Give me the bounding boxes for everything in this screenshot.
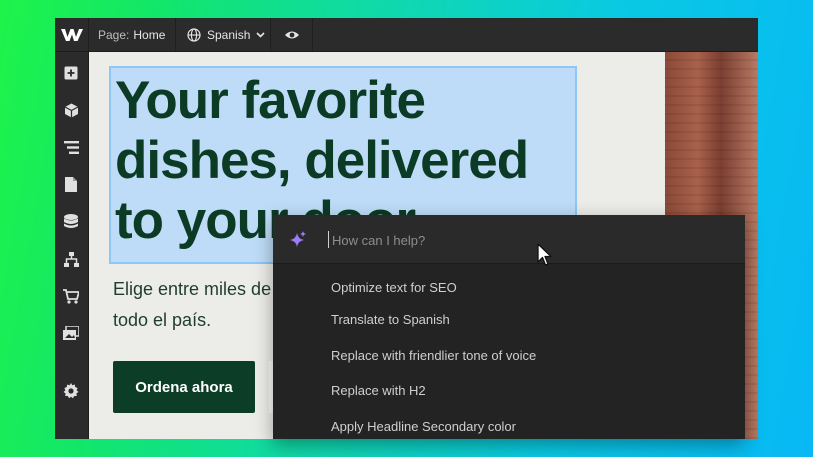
page-prefix: Page: <box>98 27 130 42</box>
cms-database-icon[interactable] <box>61 211 81 231</box>
webflow-logo-icon[interactable] <box>55 18 89 51</box>
locale-selector[interactable]: Spanish <box>176 18 271 51</box>
logic-flow-icon[interactable] <box>61 249 81 269</box>
page-name: Home <box>133 27 166 42</box>
paragraph-line: Elige entre miles de <box>113 279 272 299</box>
paragraph-line: todo el país. <box>113 310 212 330</box>
assets-images-icon[interactable] <box>61 323 81 343</box>
settings-gear-icon[interactable] <box>61 381 81 401</box>
left-sidebar <box>55 52 89 439</box>
eye-icon <box>284 31 299 38</box>
ecommerce-cart-icon[interactable] <box>61 286 81 306</box>
components-cube-icon[interactable] <box>61 100 81 120</box>
pages-icon[interactable] <box>61 174 81 194</box>
text-caret <box>328 231 329 248</box>
add-icon[interactable] <box>61 63 81 83</box>
subheading-paragraph[interactable]: Elige entre miles de todo el país. <box>113 274 283 336</box>
navigator-icon[interactable] <box>61 137 81 157</box>
preview-button[interactable] <box>271 18 313 51</box>
order-now-button[interactable]: Ordena ahora <box>113 361 255 413</box>
ai-prompt-input[interactable] <box>330 227 714 253</box>
suggestion-item[interactable]: Replace with friendlier tone of voice <box>331 348 536 363</box>
heading-line[interactable]: dishes, delivered <box>115 131 529 191</box>
page-selector[interactable]: Page: Home <box>88 18 176 51</box>
ai-prompt-row <box>273 215 745 264</box>
locale-label: Spanish <box>207 27 251 42</box>
mouse-pointer-icon <box>537 243 552 266</box>
chevron-down-icon <box>256 31 265 38</box>
globe-icon <box>187 27 201 42</box>
heading-line[interactable]: Your favorite <box>115 71 426 131</box>
suggestion-item[interactable]: Optimize text for SEO <box>331 280 457 295</box>
sparkle-icon <box>290 231 306 247</box>
suggestion-item[interactable]: Replace with H2 <box>331 383 426 398</box>
suggestion-item[interactable]: Apply Headline Secondary color <box>331 419 516 434</box>
suggestion-item[interactable]: Translate to Spanish <box>331 312 450 327</box>
top-toolbar: Page: Home Spanish <box>55 18 758 52</box>
ai-assistant-panel: Optimize text for SEO Translate to Spani… <box>273 215 745 439</box>
